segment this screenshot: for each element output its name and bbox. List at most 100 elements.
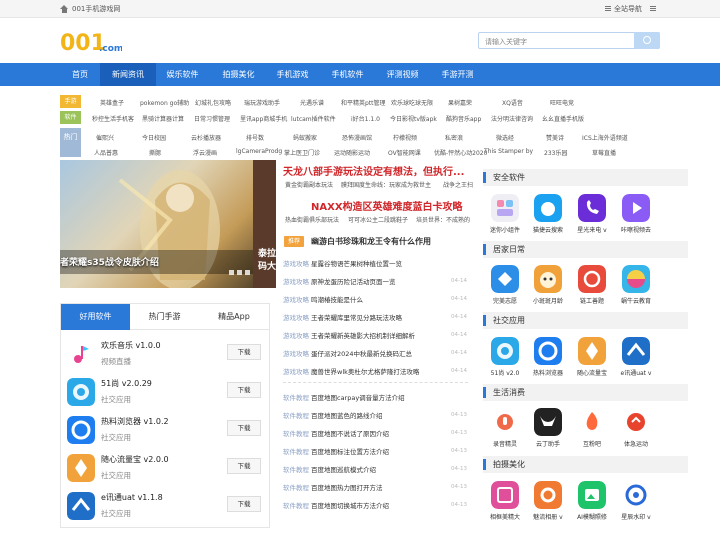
app-tile[interactable]: 体急运动	[614, 408, 658, 452]
link-item[interactable]: 运动随影运动	[334, 148, 370, 157]
link-item[interactable]: 人品普惠	[94, 148, 118, 157]
link-item[interactable]: 幺幺直播手机版	[542, 114, 584, 123]
news-category[interactable]: 游戏攻略	[283, 294, 309, 304]
news-sub-2[interactable]: 膜拜国度生命线：玩家成为救世主	[341, 180, 431, 189]
link-item[interactable]: 撕腮	[149, 148, 161, 157]
list-item[interactable]: 游戏攻略 魔兽世界wlk奥杜尔尤格萨隆打法攻略 04-14	[283, 366, 468, 378]
news-sub-1[interactable]: 黄金街霸副本玩法	[285, 180, 333, 189]
news-category[interactable]: 游戏攻略	[283, 330, 309, 340]
link-item[interactable]: 草莓直播	[592, 148, 616, 157]
app-name[interactable]: 热料浏览器 v1.0.2	[101, 416, 169, 427]
news-sub-3[interactable]: 战争之王扫	[443, 180, 473, 189]
recommend-title[interactable]: 幽游白书珍珠和龙王令有什么作用	[311, 236, 431, 247]
list-item[interactable]: 软件教程 百度地图切换城市方法介绍 04-13	[283, 500, 468, 512]
link-item[interactable]: 微选经	[496, 133, 514, 142]
nav-review-videos[interactable]: 评测视频	[376, 63, 429, 86]
list-item[interactable]: 软件教程 百度地图不说话了原因介绍 04-13	[283, 428, 468, 440]
list-item[interactable]: 软件教程 百度地图carpay调音量方法介绍	[283, 392, 468, 404]
link-item[interactable]: 法分明法律咨询	[491, 114, 533, 123]
link-item[interactable]: 柠檬视频	[393, 133, 417, 142]
site-nav-link[interactable]: 全站导航	[605, 4, 642, 14]
link-item[interactable]: i好台1.1.0	[351, 114, 380, 123]
news-category[interactable]: 游戏攻略	[283, 276, 309, 286]
app-name[interactable]: 51尚 v2.0.29	[101, 378, 152, 389]
link-item[interactable]: 欢乐球吃球无限	[391, 98, 433, 107]
news-category[interactable]: 软件教程	[283, 482, 309, 492]
slider-dot[interactable]	[229, 270, 234, 275]
search-box[interactable]: 请输入关键字	[478, 32, 660, 49]
news-title[interactable]: 王者荣耀库里常见分路玩法攻略	[311, 312, 402, 322]
nav-mobile-games[interactable]: 手机游戏	[266, 63, 319, 86]
link-item[interactable]: 优酷-怦然心动2020	[434, 148, 487, 157]
tab-featured-apps[interactable]: 精品App	[199, 304, 269, 330]
app-tile[interactable]: 猫捷云搜索	[526, 194, 570, 238]
news-title[interactable]: 星露谷物语芒果树种植位置一览	[311, 258, 402, 268]
link-item[interactable]: 今日校园	[142, 133, 166, 142]
data-app-icon[interactable]	[67, 454, 95, 482]
news-category[interactable]: 软件教程	[283, 410, 309, 420]
app-tile[interactable]: 蜗牛云教育	[614, 265, 658, 309]
download-button[interactable]: 下载	[227, 458, 261, 474]
download-button[interactable]: 下载	[227, 382, 261, 398]
app-tile[interactable]: 星光来电 v	[570, 194, 614, 238]
link-item[interactable]: 排号数	[246, 133, 264, 142]
news-category[interactable]: 软件教程	[283, 464, 309, 474]
site-home-link[interactable]: 001手机游戏网	[60, 4, 120, 14]
nav-entertainment-software[interactable]: 娱乐软件	[156, 63, 209, 86]
browser-app-icon[interactable]	[67, 416, 95, 444]
list-item[interactable]: 软件教程 百度地图巡航模式介绍 04-13	[283, 464, 468, 476]
app-tile[interactable]: AI模糊照修	[570, 481, 614, 525]
list-item[interactable]: 游戏攻略 鸣潮椿技能是什么 04-14	[283, 294, 468, 306]
featured-slider[interactable]: 者荣耀s35战令皮肤介绍	[60, 160, 276, 288]
app-51-icon[interactable]	[67, 378, 95, 406]
link-item[interactable]: 果树嘉荣	[448, 98, 472, 107]
list-item[interactable]: 随心流量宝 v2.0.0 社交应用 下载	[67, 452, 263, 490]
list-item[interactable]: 游戏攻略 王者荣耀库里常见分路玩法攻略 04-14	[283, 312, 468, 324]
news-headline-1[interactable]: 天龙八部手游玩法设定有想法，但执行...	[283, 163, 464, 178]
app-name[interactable]: e讯通uat v1.1.8	[101, 492, 163, 503]
link-item[interactable]: 幻城礼包攻略	[195, 98, 231, 107]
link-item[interactable]: 赞美诗	[546, 133, 564, 142]
link-item[interactable]: 恐怖漫画馆	[342, 133, 372, 142]
app-tile[interactable]: 完美志愿	[483, 265, 527, 309]
news-sub-4[interactable]: 热血街霸俱乐部玩法	[285, 215, 339, 224]
news-category[interactable]: 游戏攻略	[283, 348, 309, 358]
news-title[interactable]: 鸣潮椿技能是什么	[311, 294, 363, 304]
link-item[interactable]: lutcam插件软件	[291, 114, 336, 123]
site-logo[interactable]: 001 .com	[60, 29, 122, 55]
app-tile[interactable]: 随心流量宝	[570, 337, 614, 381]
link-item[interactable]: 蚂蚁搬家	[293, 133, 317, 142]
link-item[interactable]: 233乐园	[544, 148, 567, 157]
link-item[interactable]: 黑骑计算器计算	[142, 114, 184, 123]
news-title[interactable]: 百度地图巡航模式介绍	[311, 464, 376, 474]
news-title[interactable]: 百度地图热力图打开方法	[311, 482, 383, 492]
search-button[interactable]	[634, 32, 660, 49]
app-tile[interactable]: 相框美精大	[483, 481, 527, 525]
tab-useful-software[interactable]: 好用软件	[61, 304, 130, 330]
download-button[interactable]: 下载	[227, 420, 261, 436]
app-name[interactable]: 欢乐音乐 v1.0.0	[101, 340, 161, 351]
app-tile[interactable]: e讯通uat v	[614, 337, 658, 381]
nav-game-launches[interactable]: 手游开测	[431, 63, 484, 86]
download-button[interactable]: 下载	[227, 496, 261, 512]
list-item[interactable]: 游戏攻略 原神龙蛋历险记活动页面一览 04-14	[283, 276, 468, 288]
link-item[interactable]: 催熙兴	[96, 133, 114, 142]
news-category[interactable]: 软件教程	[283, 446, 309, 456]
news-headline-2[interactable]: NAXX构造区英雄难度蓝白卡攻略	[311, 198, 463, 213]
link-item[interactable]: 里讯app商城手机	[240, 114, 287, 123]
app-tile[interactable]: 互粉吧	[570, 408, 614, 452]
link-item[interactable]: This Stamper by	[484, 148, 533, 155]
app-tile[interactable]: 小斑斑月龄	[526, 265, 570, 309]
news-category[interactable]: 软件教程	[283, 500, 309, 510]
news-category[interactable]: 软件教程	[283, 428, 309, 438]
list-item[interactable]: 游戏攻略 蛋仔派对2024中秋最新兑换码汇总 04-14	[283, 348, 468, 360]
news-title[interactable]: 百度地图carpay调音量方法介绍	[311, 392, 405, 402]
link-item[interactable]: 瑞玩游戏助手	[244, 98, 280, 107]
slider-dot[interactable]	[237, 270, 242, 275]
more-menu-icon[interactable]	[650, 6, 656, 11]
link-item[interactable]: pokemon go辅助	[140, 98, 189, 107]
list-item[interactable]: 游戏攻略 王者荣耀新英雄影大招机制详细解析 04-14	[283, 330, 468, 342]
news-title[interactable]: 百度地图切换城市方法介绍	[311, 500, 389, 510]
link-item[interactable]: 私密浪	[445, 133, 463, 142]
search-input[interactable]: 请输入关键字	[485, 37, 527, 47]
